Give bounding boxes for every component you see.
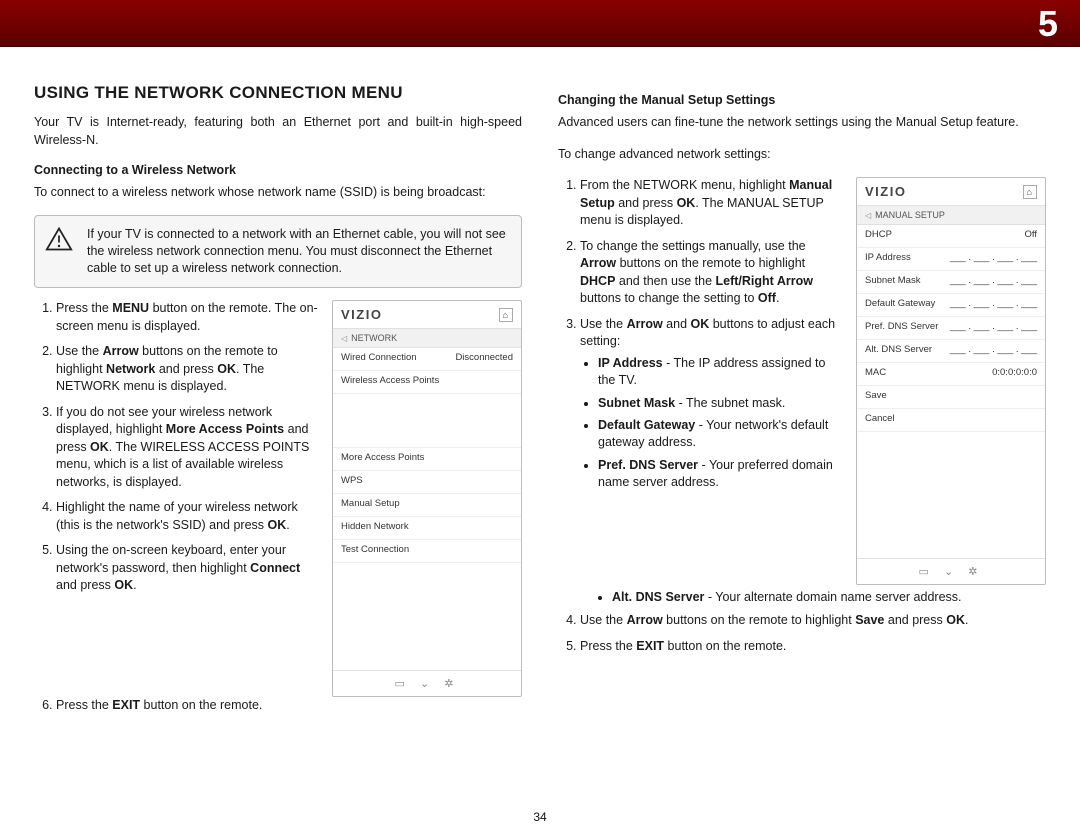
tv-row-label: More Access Points <box>341 452 424 466</box>
tv-row-label: DHCP <box>865 229 892 243</box>
tv-row-label: Cancel <box>865 413 895 427</box>
warning-text: If your TV is connected to a network wit… <box>87 226 509 277</box>
tv-row-value: ___ . ___ . ___ . ___ <box>950 275 1037 289</box>
tv-row-label: Subnet Mask <box>865 275 920 289</box>
chapter-bar: 5 <box>0 0 1080 47</box>
chapter-number: 5 <box>1038 3 1058 45</box>
step: Press the MENU button on the remote. The… <box>56 300 318 335</box>
home-icon: ⌂ <box>499 308 513 322</box>
manual-steps: From the NETWORK menu, highlight Manual … <box>558 177 842 491</box>
setting-item: Subnet Mask - The subnet mask. <box>598 395 842 412</box>
wireless-steps-continued: Press the EXIT button on the remote. <box>34 697 522 715</box>
step: Using the on-screen keyboard, enter your… <box>56 542 318 595</box>
setting-item: Alt. DNS Server - Your alternate domain … <box>612 589 1046 606</box>
tv-crumb: NETWORK <box>351 333 397 343</box>
wireless-intro: To connect to a wireless network whose n… <box>34 183 522 201</box>
step: To change the settings manually, use the… <box>580 238 842 308</box>
settings-list-continued: Alt. DNS Server - Your alternate domain … <box>558 589 1046 606</box>
setting-item: Default Gateway - Your network's default… <box>598 417 842 451</box>
tv-row-value: Disconnected <box>455 352 513 366</box>
setting-item: Pref. DNS Server - Your preferred domain… <box>598 457 842 491</box>
tv-row-label: MAC <box>865 367 886 381</box>
tv-screenshot-manual: VIZIO ⌂ ◁ MANUAL SETUP DHCP Off IP Address… <box>856 177 1046 585</box>
intro-text: Your TV is Internet-ready, featuring bot… <box>34 113 522 149</box>
page-body: USING THE NETWORK CONNECTION MENU Your T… <box>0 47 1080 725</box>
tv-brand: VIZIO <box>865 184 906 199</box>
tv-row-label: Manual Setup <box>341 498 400 512</box>
tv-row-value: ___ . ___ . ___ . ___ <box>950 321 1037 335</box>
tv-row-label: Wired Connection <box>341 352 417 366</box>
tv-screenshot-network: VIZIO ⌂ ◁ NETWORK Wired Connection Disconn… <box>332 300 522 697</box>
manual-lead: To change advanced network settings: <box>558 145 1046 163</box>
tv-empty-area <box>333 394 521 448</box>
back-icon: ◁ <box>341 334 347 343</box>
tv-row-label: Pref. DNS Server <box>865 321 938 335</box>
step: Use the Arrow buttons on the remote to h… <box>56 343 318 396</box>
subheading-wireless: Connecting to a Wireless Network <box>34 163 522 177</box>
right-column: Changing the Manual Setup Settings Advan… <box>558 83 1046 725</box>
step: Press the EXIT button on the remote. <box>56 697 522 715</box>
tv-row-label: Alt. DNS Server <box>865 344 932 358</box>
tv-row-value: Off <box>1025 229 1038 243</box>
tv-footer-icons: ▭ ⌄ ✲ <box>857 558 1045 584</box>
step: Press the EXIT button on the remote. <box>580 638 1046 656</box>
step: Use the Arrow and OK buttons to adjust e… <box>580 316 842 491</box>
tv-crumb: MANUAL SETUP <box>875 210 945 220</box>
page-number: 34 <box>0 810 1080 824</box>
tv-footer-icons: ▭ ⌄ ✲ <box>333 670 521 696</box>
tv-row-value: ___ . ___ . ___ . ___ <box>950 252 1037 266</box>
subheading-manual: Changing the Manual Setup Settings <box>558 93 1046 107</box>
step: Use the Arrow buttons on the remote to h… <box>580 612 1046 630</box>
warning-box: If your TV is connected to a network wit… <box>34 215 522 288</box>
left-column: USING THE NETWORK CONNECTION MENU Your T… <box>34 83 522 725</box>
step: From the NETWORK menu, highlight Manual … <box>580 177 842 230</box>
tv-row-label: Wireless Access Points <box>341 375 439 389</box>
setting-item: IP Address - The IP address assigned to … <box>598 355 842 389</box>
manual-steps-continued: Use the Arrow buttons on the remote to h… <box>558 612 1046 655</box>
tv-row-label: WPS <box>341 475 363 489</box>
tv-row-value: ___ . ___ . ___ . ___ <box>950 344 1037 358</box>
manual-intro: Advanced users can fine-tune the network… <box>558 113 1046 131</box>
wireless-steps: Press the MENU button on the remote. The… <box>34 300 318 595</box>
tv-row-label: Save <box>865 390 887 404</box>
tv-row-label: Test Connection <box>341 544 409 558</box>
tv-row-label: Hidden Network <box>341 521 409 535</box>
home-icon: ⌂ <box>1023 185 1037 199</box>
tv-row-value: 0:0:0:0:0:0 <box>992 367 1037 381</box>
tv-row-label: IP Address <box>865 252 911 266</box>
settings-list: IP Address - The IP address assigned to … <box>580 355 842 491</box>
tv-row-value: ___ . ___ . ___ . ___ <box>950 298 1037 312</box>
step: If you do not see your wireless network … <box>56 404 318 492</box>
tv-row-label: Default Gateway <box>865 298 935 312</box>
section-heading: USING THE NETWORK CONNECTION MENU <box>34 83 522 103</box>
step: Highlight the name of your wireless netw… <box>56 499 318 534</box>
tv-brand: VIZIO <box>341 307 382 322</box>
back-icon: ◁ <box>865 211 871 220</box>
warning-icon <box>45 226 73 255</box>
